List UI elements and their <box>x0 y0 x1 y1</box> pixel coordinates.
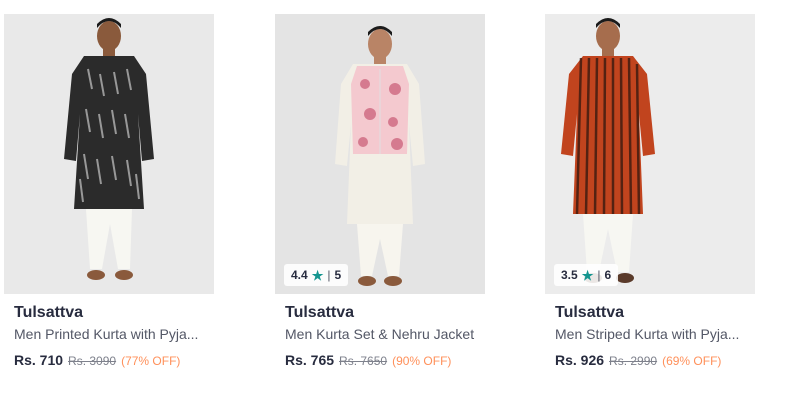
product-image[interactable] <box>4 14 214 294</box>
rating-separator: | <box>327 268 331 282</box>
model-kurta-orange-striped-icon <box>545 14 755 294</box>
product-card[interactable]: Tulsattva Men Printed Kurta with Pyja...… <box>4 14 214 368</box>
product-discount: (77% OFF) <box>121 354 181 368</box>
price-row: Rs. 926 Rs. 2990 (69% OFF) <box>555 352 745 368</box>
model-kurta-nehru-jacket-icon <box>275 14 485 294</box>
product-card[interactable]: 4.4 ★ | 5 Tulsattva Men Kurta Set & Nehr… <box>275 14 485 368</box>
product-mrp: Rs. 7650 <box>339 354 388 368</box>
product-price: Rs. 926 <box>555 352 605 368</box>
star-icon: ★ <box>581 267 594 283</box>
product-name[interactable]: Men Printed Kurta with Pyja... <box>14 325 204 344</box>
product-price: Rs. 710 <box>14 352 64 368</box>
price-row: Rs. 710 Rs. 3090 (77% OFF) <box>14 352 204 368</box>
product-image[interactable]: 3.5 ★ | 6 <box>545 14 755 294</box>
product-brand[interactable]: Tulsattva <box>285 303 475 323</box>
rating-separator: | <box>597 268 601 282</box>
rating-count: 6 <box>604 268 612 282</box>
rating-count: 5 <box>334 268 342 282</box>
product-discount: (90% OFF) <box>392 354 452 368</box>
product-brand[interactable]: Tulsattva <box>555 303 745 323</box>
product-name[interactable]: Men Kurta Set & Nehru Jacket <box>285 325 475 344</box>
product-brand[interactable]: Tulsattva <box>14 303 204 323</box>
rating-badge: 3.5 ★ | 6 <box>554 264 619 286</box>
rating-value: 4.4 <box>291 268 308 282</box>
product-image[interactable]: 4.4 ★ | 5 <box>275 14 485 294</box>
rating-badge: 4.4 ★ | 5 <box>284 264 349 286</box>
product-mrp: Rs. 2990 <box>609 354 658 368</box>
model-kurta-black-ikat-icon <box>4 14 214 294</box>
product-mrp: Rs. 3090 <box>68 354 117 368</box>
product-discount: (69% OFF) <box>662 354 722 368</box>
star-icon: ★ <box>311 267 324 283</box>
price-row: Rs. 765 Rs. 7650 (90% OFF) <box>285 352 475 368</box>
product-card[interactable]: 3.5 ★ | 6 Tulsattva Men Striped Kurta wi… <box>545 14 755 368</box>
rating-value: 3.5 <box>561 268 578 282</box>
product-price: Rs. 765 <box>285 352 335 368</box>
product-name[interactable]: Men Striped Kurta with Pyja... <box>555 325 745 344</box>
